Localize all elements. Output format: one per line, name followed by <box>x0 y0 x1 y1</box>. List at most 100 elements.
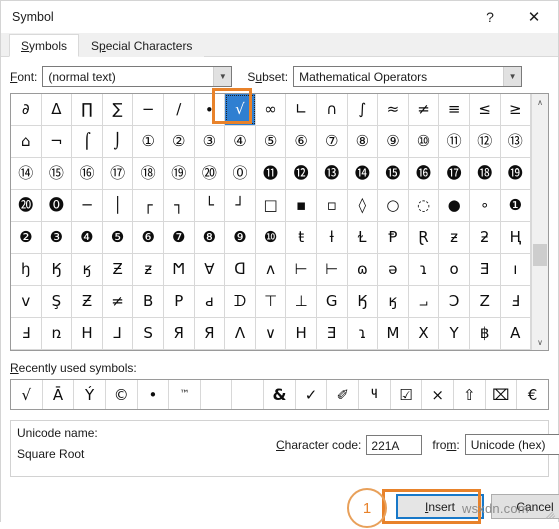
symbol-cell[interactable]: ⊥ <box>286 286 317 317</box>
symbol-cell[interactable]: ⌠ <box>72 126 103 157</box>
symbol-cell[interactable]: ⓱ <box>439 158 470 189</box>
recent-symbol-cell[interactable]: √ <box>11 380 43 409</box>
symbol-cell[interactable]: M <box>378 318 409 349</box>
symbol-cell[interactable]: Ş <box>42 286 73 317</box>
symbol-cell[interactable]: X <box>409 318 440 349</box>
recent-symbol-cell[interactable]: Ā <box>43 380 75 409</box>
symbol-grid[interactable]: ∂Δ∏∑−∕∙√∞∟∩∫≈≠≡≤≥⌂¬⌠⌡①②③④⑤⑥⑦⑧⑨⑩⑪⑫⑬⑭⑮⑯⑰⑱⑲… <box>11 94 531 350</box>
symbol-cell[interactable]: ≠ <box>103 286 134 317</box>
symbol-cell[interactable]: ⅃ <box>103 318 134 349</box>
font-combobox[interactable]: (normal text) ▼ <box>42 66 232 87</box>
recent-symbol-cell[interactable]: ౺ <box>359 380 391 409</box>
symbol-cell[interactable]: ─ <box>72 190 103 221</box>
symbol-cell[interactable]: ⑦ <box>317 126 348 157</box>
symbol-cell[interactable]: ⑩ <box>409 126 440 157</box>
symbol-cell[interactable]: ⓮ <box>348 158 379 189</box>
symbol-cell[interactable]: ⑪ <box>439 126 470 157</box>
close-icon[interactable]: ✕ <box>512 2 558 33</box>
symbol-cell[interactable]: ∨ <box>256 318 287 349</box>
symbol-cell[interactable]: ӄ <box>72 254 103 285</box>
symbol-cell[interactable]: ≡ <box>439 94 470 125</box>
symbol-cell[interactable]: √ <box>225 94 256 125</box>
symbol-cell[interactable]: ԁ <box>195 286 226 317</box>
symbol-cell[interactable]: Y <box>439 318 470 349</box>
symbol-cell[interactable]: − <box>133 94 164 125</box>
symbol-cell[interactable]: ᗪ <box>225 286 256 317</box>
symbol-cell[interactable]: B <box>133 286 164 317</box>
symbol-cell[interactable]: ⑳ <box>195 158 226 189</box>
subset-combobox[interactable]: Mathematical Operators ▼ <box>293 66 522 87</box>
symbol-cell[interactable]: ƚ <box>317 222 348 253</box>
symbol-cell[interactable]: ⓪ <box>225 158 256 189</box>
recent-symbol-cell[interactable]: & <box>264 380 296 409</box>
symbol-cell[interactable]: ⑯ <box>72 158 103 189</box>
recent-symbol-cell[interactable]: Ý <box>74 380 106 409</box>
symbol-cell[interactable]: Ⅎ <box>501 286 532 317</box>
symbol-cell[interactable]: ∀ <box>195 254 226 285</box>
recent-symbol-cell[interactable]: ✓ <box>296 380 328 409</box>
symbol-cell[interactable]: ≤ <box>470 94 501 125</box>
symbol-cell[interactable]: ≈ <box>378 94 409 125</box>
symbol-cell[interactable]: H <box>286 318 317 349</box>
tab-symbols[interactable]: Symbols <box>9 34 79 57</box>
symbol-cell[interactable]: ⌂ <box>11 126 42 157</box>
symbol-cell[interactable]: ∫ <box>348 94 379 125</box>
symbol-cell[interactable]: ʌ <box>256 254 287 285</box>
recent-symbol-cell[interactable]: € <box>517 380 548 409</box>
symbol-cell[interactable]: ⓭ <box>317 158 348 189</box>
symbol-cell[interactable]: Ↄ <box>439 286 470 317</box>
symbol-cell[interactable]: ▪ <box>286 190 317 221</box>
chevron-down-icon[interactable]: ▼ <box>213 67 231 86</box>
symbol-cell[interactable]: ⓲ <box>470 158 501 189</box>
symbol-cell[interactable]: P <box>164 286 195 317</box>
symbol-cell[interactable]: ∘ <box>470 190 501 221</box>
symbol-cell[interactable]: ② <box>164 126 195 157</box>
symbol-cell[interactable]: ռ <box>42 318 73 349</box>
symbol-cell[interactable]: ∕ <box>164 94 195 125</box>
symbol-cell[interactable]: ŧ <box>286 222 317 253</box>
recent-symbol-cell[interactable]: ⇧ <box>454 380 486 409</box>
symbol-cell[interactable]: ∞ <box>256 94 287 125</box>
recent-symbol-cell[interactable]: • <box>138 380 170 409</box>
symbol-cell[interactable]: ⓬ <box>286 158 317 189</box>
symbol-cell[interactable]: □ <box>256 190 287 221</box>
symbol-cell[interactable]: ┐ <box>164 190 195 221</box>
symbol-cell[interactable]: ❹ <box>72 222 103 253</box>
symbol-cell[interactable]: ○ <box>378 190 409 221</box>
symbol-cell[interactable]: Ƶ <box>103 254 134 285</box>
symbol-cell[interactable]: Я <box>195 318 226 349</box>
resize-grip[interactable] <box>543 507 555 519</box>
symbol-cell[interactable]: ⑥ <box>286 126 317 157</box>
symbol-cell[interactable]: ɿ <box>409 254 440 285</box>
symbol-cell[interactable]: G <box>317 286 348 317</box>
symbol-cell[interactable]: Ӄ <box>348 286 379 317</box>
symbol-cell[interactable]: ┌ <box>133 190 164 221</box>
symbol-cell[interactable]: ❸ <box>42 222 73 253</box>
symbol-cell[interactable]: ⓿ <box>42 190 73 221</box>
from-combobox[interactable]: Unicode (hex) ▼ <box>465 434 559 455</box>
symbol-cell[interactable]: Ɽ <box>409 222 440 253</box>
symbol-cell[interactable]: Z <box>470 286 501 317</box>
symbol-cell[interactable]: Ӄ <box>42 254 73 285</box>
symbol-cell[interactable]: Ⅎ <box>11 318 42 349</box>
symbol-cell[interactable]: Ϻ <box>164 254 195 285</box>
symbol-cell[interactable]: ∟ <box>286 94 317 125</box>
symbol-cell[interactable]: ⑱ <box>133 158 164 189</box>
recent-symbol-cell[interactable]: ™ <box>169 380 201 409</box>
symbol-cell[interactable]: ❻ <box>133 222 164 253</box>
symbol-cell[interactable]: ④ <box>225 126 256 157</box>
symbol-cell[interactable]: ⑫ <box>470 126 501 157</box>
symbol-cell[interactable]: ⓳ <box>501 158 532 189</box>
symbol-cell[interactable]: ∑ <box>103 94 134 125</box>
symbol-cell[interactable]: ⑬ <box>501 126 532 157</box>
symbol-cell[interactable]: ⌡ <box>103 126 134 157</box>
symbol-cell[interactable]: ∏ <box>72 94 103 125</box>
symbol-cell[interactable]: A <box>501 318 532 349</box>
symbol-cell[interactable]: ● <box>439 190 470 221</box>
symbol-cell[interactable]: ⑲ <box>164 158 195 189</box>
symbol-cell[interactable]: ⑨ <box>378 126 409 157</box>
symbol-cell[interactable]: ① <box>133 126 164 157</box>
symbol-cell[interactable]: ≠ <box>409 94 440 125</box>
symbol-cell[interactable]: ◊ <box>348 190 379 221</box>
symbol-cell[interactable]: ꜧ <box>11 254 42 285</box>
